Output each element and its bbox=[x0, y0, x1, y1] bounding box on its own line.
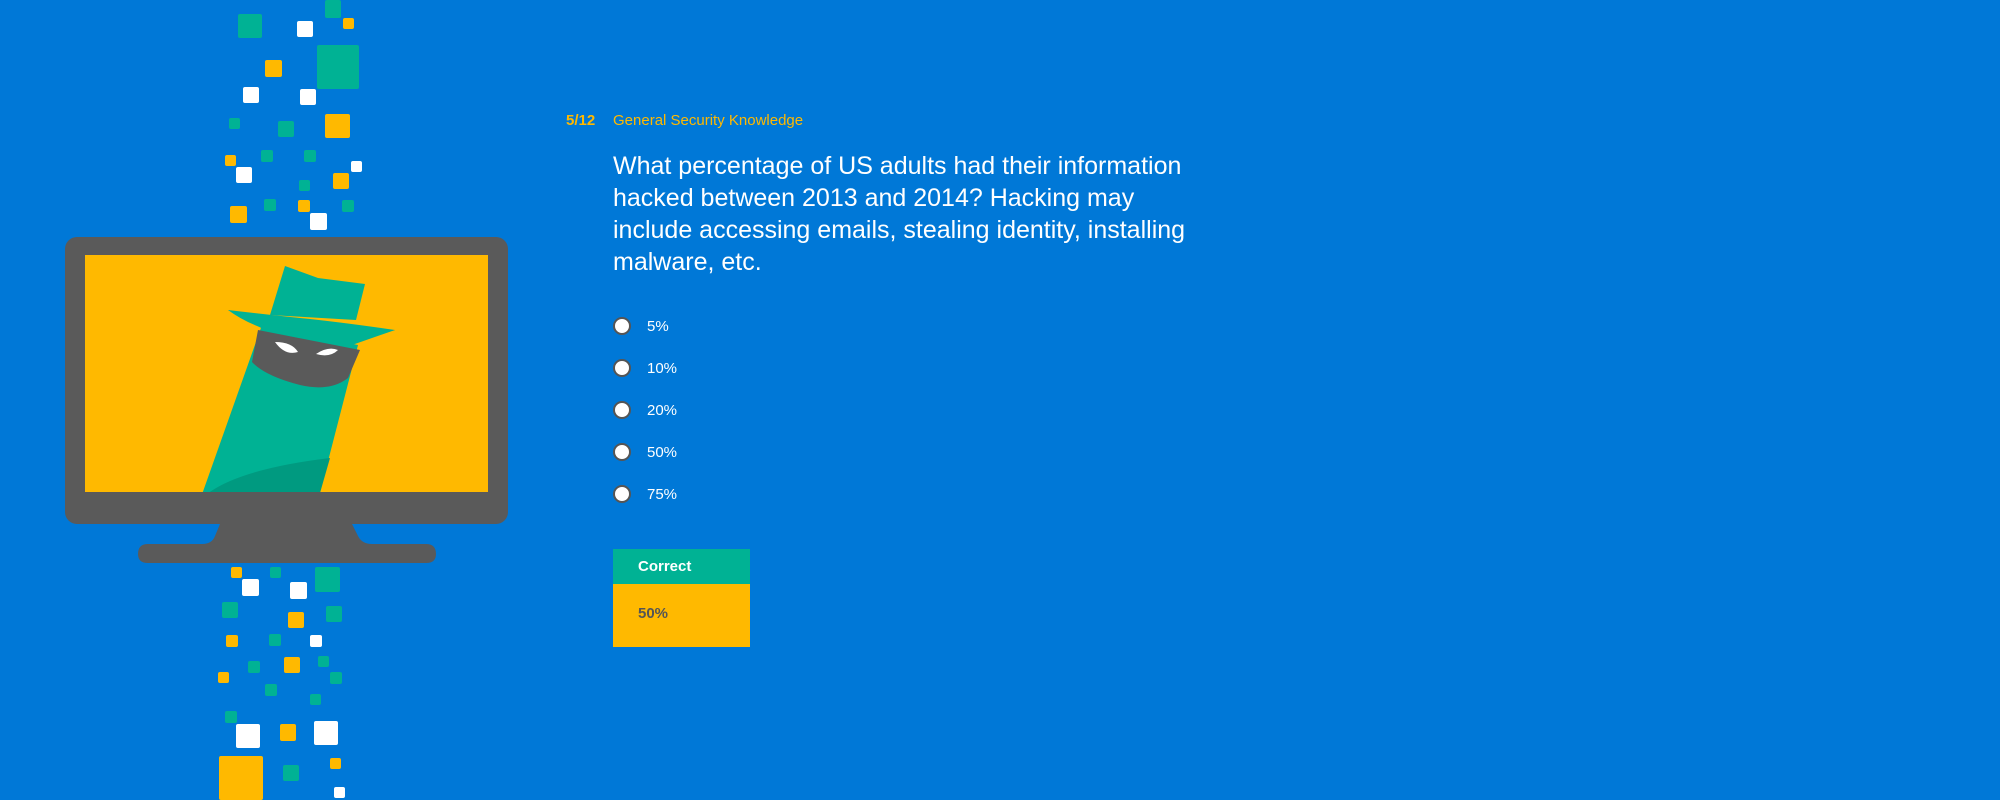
answer-options: 5% 10% 20% 50% 75% bbox=[613, 315, 677, 525]
answer-option-label: 10% bbox=[647, 359, 678, 377]
radio-button-icon[interactable] bbox=[613, 317, 631, 335]
answer-option-label: 20% bbox=[647, 401, 678, 419]
correct-answer: 50% bbox=[613, 584, 750, 647]
radio-button-icon[interactable] bbox=[613, 443, 631, 461]
pixel-squares-top-icon bbox=[225, 0, 362, 230]
radio-button-icon[interactable] bbox=[613, 485, 631, 503]
answer-option-label: 75% bbox=[647, 485, 678, 503]
quiz-screen: 5/12 General Security Knowledge What per… bbox=[0, 0, 2000, 800]
answer-option-5[interactable]: 5% bbox=[613, 315, 677, 337]
answer-option-75[interactable]: 75% bbox=[613, 483, 677, 505]
hacker-monitor-icon bbox=[65, 0, 508, 800]
answer-option-label: 5% bbox=[647, 317, 669, 335]
radio-button-icon[interactable] bbox=[613, 401, 631, 419]
question-progress: 5/12 bbox=[566, 112, 596, 129]
question-category: General Security Knowledge bbox=[613, 112, 804, 129]
answer-option-10[interactable]: 10% bbox=[613, 357, 677, 379]
answer-option-label: 50% bbox=[647, 443, 678, 461]
answer-option-50[interactable]: 50% bbox=[613, 441, 677, 463]
pixel-squares-bottom-icon bbox=[218, 567, 345, 800]
result-card: Correct 50% bbox=[613, 549, 750, 647]
radio-button-icon[interactable] bbox=[613, 359, 631, 377]
answer-option-20[interactable]: 20% bbox=[613, 399, 677, 421]
result-status: Correct bbox=[613, 549, 750, 584]
question-text: What percentage of US adults had their i… bbox=[613, 152, 1186, 276]
